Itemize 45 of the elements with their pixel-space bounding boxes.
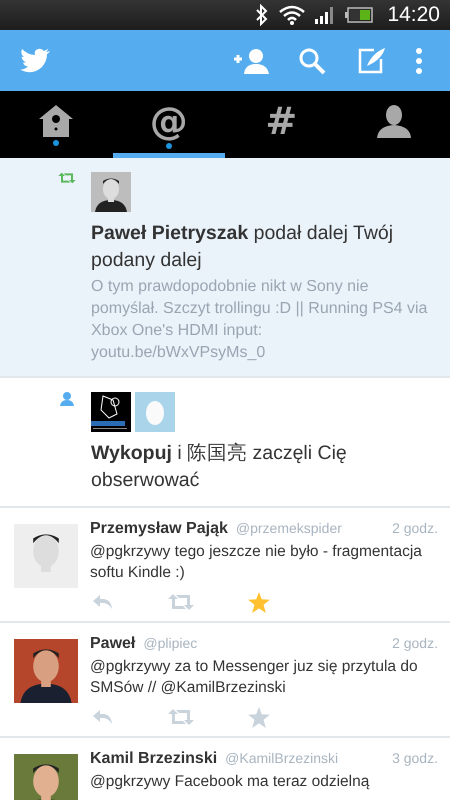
tweet-text: @pgkrzywy za to Messenger juz się przytula do SMSów // @KamilBrzezinski	[90, 657, 419, 698]
compose-icon	[358, 47, 386, 74]
egg-avatar-icon	[135, 392, 175, 432]
wifi-icon	[279, 5, 306, 25]
battery-icon	[345, 7, 374, 23]
notification-text: Wykopuj i 陈国亮 zaczęli Cię obserwować	[91, 441, 348, 493]
author-handle: @KamilBrzezinski	[225, 750, 340, 766]
person-icon	[60, 392, 74, 406]
signal-icon	[315, 6, 336, 24]
birdhouse-icon	[39, 104, 74, 138]
notification-row[interactable]: Paweł Pietryszak podał dalej Twój podany dalej O tym prawdopodobnie nikt w Sony nie pomyślał. Szczyt trollingu :D || Running PS4 via Xbox One's HDMI input: youtu.be/bWxVPsyMs_0	[0, 158, 450, 378]
quoted-tweet-text: O tym prawdopodobnie nikt w Sony nie pomyślał. Szczyt trollingu :D || Running PS4 via Xbox One's HDMI input: youtu.be/bWxVPsyMs_0	[91, 277, 428, 363]
reply-icon	[92, 594, 114, 610]
author-name: Kamil Brzezinski	[90, 750, 218, 768]
clock-time: 14:20	[387, 3, 440, 27]
tweet-row[interactable]: Przemysław Pająk @przemekspider 2 godz. @pgkrzywy tego jeszcze nie było - fragmentacja softu Kindle :)	[0, 508, 450, 623]
reply-icon	[92, 709, 114, 725]
tweet-row[interactable]: Paweł @plipiec 2 godz. @pgkrzywy za to Messenger juz się przytula do SMSów // @KamilBrzezinski	[0, 623, 450, 738]
retweet-icon	[168, 593, 194, 611]
notification-text: Paweł Pietryszak podał dalej Twój podany dalej	[91, 221, 394, 273]
favorite-button[interactable]	[246, 591, 272, 613]
retweet-icon	[168, 708, 194, 726]
tweet-text: @pgkrzywy tego jeszcze nie było - fragmentacja softu Kindle :)	[90, 542, 423, 583]
star-icon	[248, 706, 270, 728]
retweet-button[interactable]	[168, 706, 194, 728]
author-name: Paweł	[90, 635, 136, 653]
retweet-button[interactable]	[168, 591, 194, 613]
author-handle: @przemekspider	[236, 520, 343, 536]
tweet-time: 3 godz.	[392, 750, 438, 766]
search-icon	[298, 46, 326, 74]
add-person-icon	[234, 48, 270, 74]
bluetooth-icon	[255, 4, 270, 26]
tab[interactable]: #	[225, 91, 338, 158]
tweet-time: 2 godz.	[392, 520, 438, 536]
bird-logo-icon	[20, 48, 50, 73]
overflow-menu-icon	[415, 48, 423, 74]
star-icon	[248, 592, 270, 612]
tweet-row[interactable]: Kamil Brzezinski @KamilBrzezinski 3 godz. @pgkrzywy Facebook ma teraz odzielną	[0, 738, 450, 800]
retweet-icon	[58, 172, 76, 184]
tweet-time: 2 godz.	[392, 635, 438, 651]
author-name: Przemysław Pająk	[90, 520, 228, 538]
favorite-button[interactable]	[246, 706, 272, 728]
author-handle: @plipiec	[143, 635, 198, 651]
tweet-text: @pgkrzywy Facebook ma teraz odzielną	[90, 772, 370, 792]
profile-icon	[376, 104, 411, 138]
